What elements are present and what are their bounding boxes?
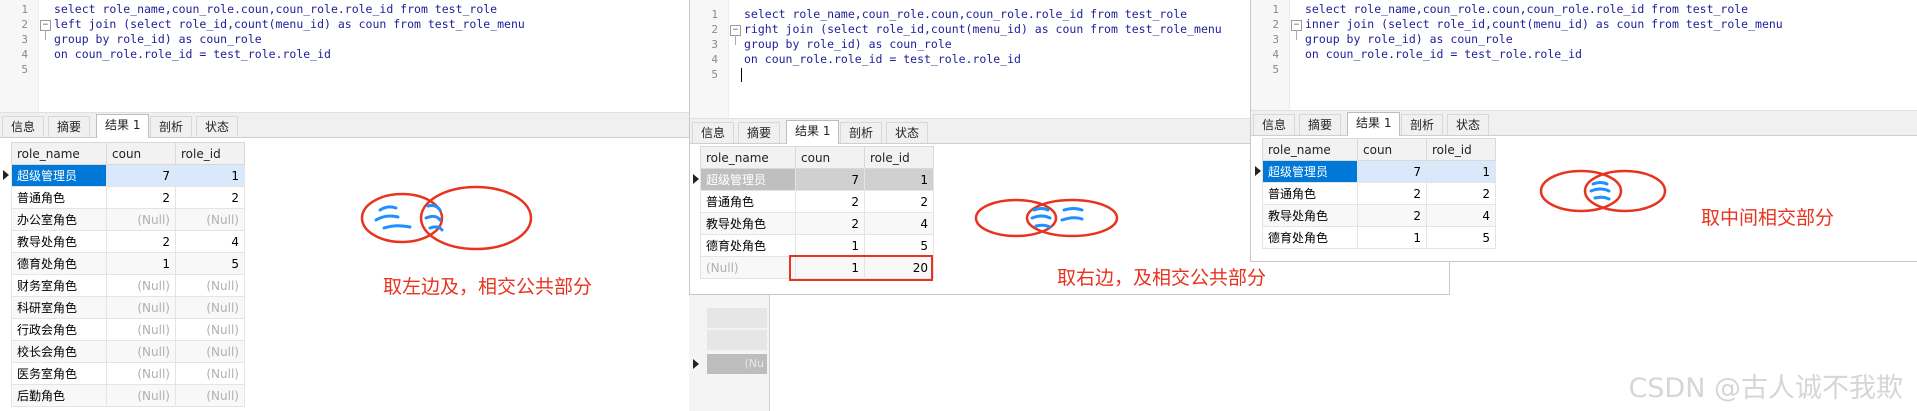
table-row[interactable]: 教导处角色 2 4 bbox=[1262, 204, 1496, 227]
venn-diagram-icon bbox=[1539, 169, 1667, 213]
table-row[interactable]: 普通角色 2 2 bbox=[11, 186, 245, 209]
tab-status[interactable]: 状态 bbox=[886, 122, 929, 143]
background-cell bbox=[707, 330, 767, 350]
column-header[interactable]: role_id bbox=[864, 146, 934, 169]
tab-info[interactable]: 信息 bbox=[2, 116, 45, 137]
csdn-watermark: CSDN @古人诚不我欺 bbox=[1628, 373, 1903, 404]
column-header[interactable]: role_id bbox=[1426, 138, 1496, 161]
row-pointer-icon bbox=[693, 359, 699, 369]
tab-summary[interactable]: 摘要 bbox=[1299, 114, 1342, 135]
row-pointer-icon bbox=[1255, 166, 1261, 176]
table-row[interactable]: 教导处角色 2 4 bbox=[11, 230, 245, 253]
table-row[interactable]: 办公室角色 (Null) (Null) bbox=[11, 208, 245, 231]
table-row[interactable]: 医务室角色 (Null) (Null) bbox=[11, 362, 245, 385]
tab-summary[interactable]: 摘要 bbox=[48, 116, 91, 137]
fold-guide bbox=[735, 35, 736, 45]
venn-diagram-icon bbox=[360, 185, 533, 251]
tab-result-1[interactable]: 结果 1 bbox=[96, 114, 150, 138]
result-grid[interactable]: role_name coun role_id 超级管理员 7 1 普通角色 2 2 教导… bbox=[1262, 138, 1496, 249]
header-row: role_name coun role_id bbox=[11, 142, 245, 165]
table-row[interactable]: 德育处角色 1 5 bbox=[700, 234, 934, 257]
table-row[interactable]: 德育处角色 1 5 bbox=[11, 252, 245, 275]
table-row[interactable]: 超级管理员 7 1 bbox=[11, 164, 245, 187]
table-row[interactable]: 财务室角色 (Null) (Null) bbox=[11, 274, 245, 297]
left-join-window: 1 select role_name,coun_role.coun,coun_ro… bbox=[0, 0, 690, 411]
annotation-left-join: 取左边及，相交公共部分 bbox=[383, 276, 593, 298]
tab-profile[interactable]: 剖析 bbox=[840, 122, 883, 143]
column-header[interactable]: role_name bbox=[11, 142, 107, 165]
fold-guide bbox=[1296, 30, 1297, 40]
sql-editor-left-join[interactable]: 1 select role_name,coun_role.coun,coun_ro… bbox=[0, 0, 689, 113]
annotation-right-join: 取右边，及相交公共部分 bbox=[1057, 267, 1267, 289]
tab-summary[interactable]: 摘要 bbox=[738, 122, 781, 143]
annotation-inner-join: 取中间相交部分 bbox=[1701, 207, 1835, 229]
header-row: role_name coun role_id bbox=[700, 146, 934, 169]
highlight-null-row bbox=[789, 255, 933, 281]
tab-status[interactable]: 状态 bbox=[196, 116, 239, 137]
table-row[interactable]: 普通角色 2 2 bbox=[1262, 182, 1496, 205]
table-row[interactable]: 科研室角色 (Null) (Null) bbox=[11, 296, 245, 319]
header-row: role_name coun role_id bbox=[1262, 138, 1496, 161]
fold-guide bbox=[45, 30, 46, 40]
table-row[interactable]: 教导处角色 2 4 bbox=[700, 212, 934, 235]
table-row[interactable]: 德育处角色 1 5 bbox=[1262, 226, 1496, 249]
tab-result-1[interactable]: 结果 1 bbox=[1347, 112, 1401, 136]
background-cell bbox=[707, 308, 767, 328]
column-header[interactable]: role_name bbox=[1262, 138, 1358, 161]
tab-result-1[interactable]: 结果 1 bbox=[786, 120, 840, 144]
table-row[interactable]: 超级管理员 7 1 bbox=[700, 168, 934, 191]
row-pointer-icon bbox=[3, 170, 9, 180]
column-header[interactable]: coun bbox=[106, 142, 176, 165]
result-grid[interactable]: role_name coun role_id 超级管理员 7 1 普通角色 2 2 办公… bbox=[11, 142, 245, 407]
column-header[interactable]: coun bbox=[795, 146, 865, 169]
inner-join-window: 1 select role_name,coun_role.coun,coun_ro… bbox=[1250, 0, 1917, 262]
tab-info[interactable]: 信息 bbox=[1253, 114, 1296, 135]
tab-profile[interactable]: 剖析 bbox=[150, 116, 193, 137]
table-row[interactable]: 校长会角色 (Null) (Null) bbox=[11, 340, 245, 363]
column-header[interactable]: role_name bbox=[700, 146, 796, 169]
table-row[interactable]: 行政会角色 (Null) (Null) bbox=[11, 318, 245, 341]
tab-status[interactable]: 状态 bbox=[1447, 114, 1490, 135]
background-window-fragment: (Nu bbox=[689, 294, 770, 411]
column-header[interactable]: coun bbox=[1357, 138, 1427, 161]
table-row[interactable]: 超级管理员 7 1 bbox=[1262, 160, 1496, 183]
sql-editor-inner-join[interactable]: 1 select role_name,coun_role.coun,coun_ro… bbox=[1251, 0, 1917, 111]
venn-diagram-icon bbox=[974, 198, 1119, 238]
table-row[interactable]: 普通角色 2 2 bbox=[700, 190, 934, 213]
tab-profile[interactable]: 剖析 bbox=[1401, 114, 1444, 135]
row-pointer-icon bbox=[693, 174, 699, 184]
table-row[interactable]: 后勤角色 (Null) (Null) bbox=[11, 384, 245, 407]
background-null-cell: (Nu bbox=[707, 354, 767, 374]
text-cursor bbox=[741, 68, 742, 82]
column-header[interactable]: role_id bbox=[175, 142, 245, 165]
tab-info[interactable]: 信息 bbox=[692, 122, 735, 143]
result-tabs: 信息 摘要 结果 1 剖析 状态 bbox=[0, 113, 689, 138]
result-tabs: 信息 摘要 结果 1 剖析 状态 bbox=[1251, 111, 1917, 136]
